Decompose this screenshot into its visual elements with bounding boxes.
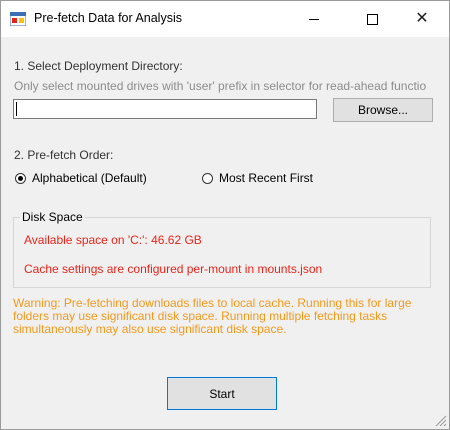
maximize-button[interactable] (349, 1, 395, 37)
directory-hint: Only select mounted drives with 'user' p… (14, 79, 427, 93)
app-window-icon (10, 12, 26, 26)
directory-label: 1. Select Deployment Directory: (14, 59, 183, 73)
prefetch-dialog: Pre-fetch Data for Analysis ✕ 1. Select … (0, 0, 450, 430)
minimize-button[interactable] (291, 1, 337, 37)
radio-alphabetical-label[interactable]: Alphabetical (Default) (32, 171, 147, 185)
minimize-icon (309, 18, 319, 20)
order-label: 2. Pre-fetch Order: (14, 148, 114, 162)
browse-button[interactable]: Browse... (333, 98, 433, 122)
window-title: Pre-fetch Data for Analysis (34, 11, 182, 25)
text-caret (16, 102, 17, 116)
title-bar[interactable]: Pre-fetch Data for Analysis ✕ (1, 1, 449, 37)
cache-settings-text: Cache settings are configured per-mount … (24, 262, 323, 276)
radio-alphabetical[interactable] (15, 173, 26, 184)
available-space-text: Available space on 'C:': 46.62 GB (24, 233, 202, 247)
radio-most-recent[interactable] (202, 173, 213, 184)
disk-space-title: Disk Space (20, 210, 85, 224)
close-icon: ✕ (415, 10, 429, 27)
warning-text: Warning: Pre-fetching downloads files to… (13, 296, 412, 336)
start-button[interactable]: Start (167, 377, 277, 410)
resize-grip-icon[interactable] (433, 413, 447, 427)
directory-input[interactable] (13, 99, 317, 119)
disk-space-group (13, 217, 431, 288)
radio-most-recent-label[interactable]: Most Recent First (219, 171, 313, 185)
close-button[interactable]: ✕ (399, 1, 445, 37)
maximize-icon (366, 13, 378, 25)
